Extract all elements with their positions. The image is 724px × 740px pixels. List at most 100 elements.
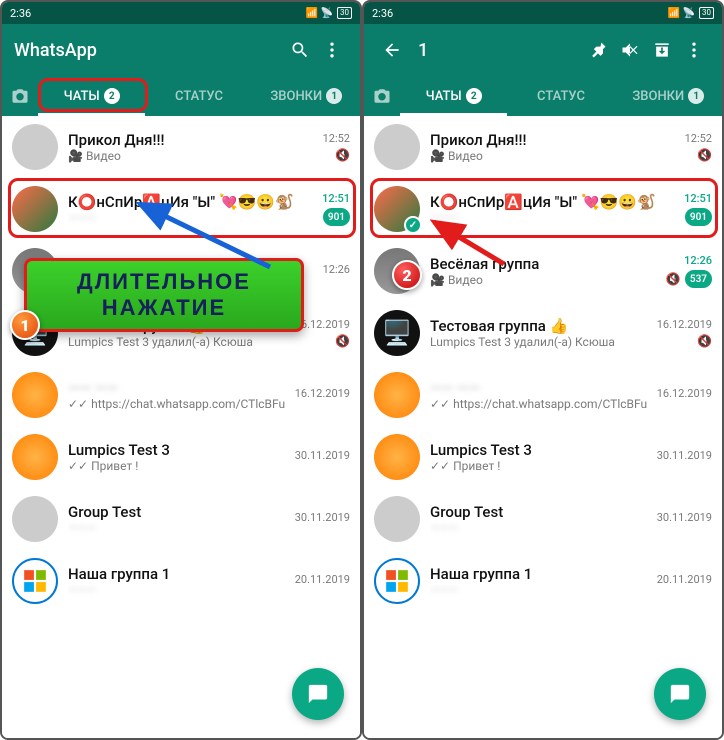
video-icon: 🎥 [430,149,445,163]
status-icons: 📶 📡 30 [306,7,352,19]
tab-chats[interactable]: ЧАТЫ2 [400,76,507,116]
chat-time: 30.11.2019 [657,511,712,524]
muted-icon: 🔇 [335,334,350,348]
avatar[interactable]: 🖥️ [12,310,58,356]
chat-time: 16.12.2019 [295,387,350,400]
chat-subtitle: 🎥 Видео [430,273,656,287]
chat-row[interactable]: Group Test———30.11.2019 [2,488,360,550]
chat-subtitle: 🎥 Видео [430,149,675,163]
chat-row[interactable]: Lumpics Test 3✓✓ Привет !30.11.2019 [2,426,360,488]
chat-subtitle: ——— [68,583,285,597]
chat-subtitle: ——— [68,273,313,287]
chat-time: 12:52 [685,132,712,145]
tab-chats[interactable]: ЧАТЫ2 [38,76,145,116]
chat-list[interactable]: Прикол Дня!!!🎥 Видео12:52🔇К⭕нСпИр🅰️цИя "… [2,116,360,738]
chat-list[interactable]: Прикол Дня!!!🎥 Видео12:52🔇К⭕нСпИр🅰️цИя "… [364,116,722,738]
chat-row[interactable]: Lumpics Test 3✓✓ Привет !30.11.2019 [364,426,722,488]
chat-name: Тестовая группа 👍 [430,317,647,335]
avatar[interactable] [12,434,58,480]
avatar[interactable] [12,186,58,232]
new-chat-fab[interactable] [292,668,344,720]
menu-icon[interactable] [678,40,710,60]
tab-status[interactable]: СТАТУС [145,76,252,116]
chat-name: Прикол Дня!!! [430,131,675,149]
phone-right: 2:36 📶 📡 30 1 ЧАТЫ2 СТАТУС ЗВОНКИ1 Прико… [362,0,724,740]
menu-icon[interactable] [316,40,348,60]
tabs: ЧАТЫ2 СТАТУС ЗВОНКИ1 [2,76,360,116]
chat-name: Весёлая группа [430,255,656,273]
chat-name: Наша группа 1 [430,565,647,583]
chat-name: Lumpics Test 3 [430,441,647,459]
tab-calls[interactable]: ЗВОНКИ1 [615,76,722,116]
phone-left: 2:36 📶 📡 30 WhatsApp ЧАТЫ2 СТАТУС ЗВОНКИ… [0,0,362,740]
chat-row[interactable]: Прикол Дня!!!🎥 Видео12:52🔇 [2,116,360,178]
chat-name: К⭕нСпИр🅰️цИя "Ы" 💘😎😀🐒 [430,193,674,211]
chat-name: Тестовая группа 👍 [68,317,285,335]
chat-time: 12:51 [322,192,350,205]
chat-time: 12:26 [684,254,712,267]
chat-subtitle: ✓✓ https://chat.whatsapp.com/CTlcBFu... [430,397,647,411]
status-bar: 2:36 📶 📡 30 [364,2,722,24]
app-bar: WhatsApp [2,24,360,76]
chat-subtitle: ——— [430,211,674,225]
chat-row[interactable]: —— ——✓✓ https://chat.whatsapp.com/CTlcBF… [364,364,722,426]
chat-time: 12:26 [323,263,350,276]
chat-time: 16.12.2019 [657,387,712,400]
chat-time: 30.11.2019 [657,449,712,462]
avatar[interactable] [12,558,58,604]
chat-name: Lumpics Test 3 [68,441,285,459]
status-bar: 2:36 📶 📡 30 [2,2,360,24]
chat-row[interactable]: К⭕нСпИр🅰️цИя "Ы" 💘😎😀🐒———12:51901 [2,178,360,240]
chat-row[interactable]: Group Test——— 30.11.2019 [364,488,722,550]
avatar[interactable] [12,248,58,294]
chat-row[interactable]: К⭕нСпИр🅰️цИя "Ы" 💘😎😀🐒———12:51901 [364,178,722,240]
chat-row[interactable]: 🖥️ Тестовая группа 👍Lumpics Test 3 удалил… [364,302,722,364]
tab-status[interactable]: СТАТУС [507,76,614,116]
chat-name: —— —— [68,379,285,397]
new-chat-fab[interactable] [654,668,706,720]
chat-name: Прикол Дня!!! [68,131,313,149]
camera-icon[interactable] [2,87,38,105]
avatar[interactable] [374,372,420,418]
chat-row[interactable]: —— ——✓✓ https://chat.whatsapp.com/CTlcBF… [2,364,360,426]
video-icon: 🎥 [430,273,445,287]
chat-row[interactable]: Прикол Дня!!!🎥 Видео 12:52 🔇 [364,116,722,178]
chat-time: 16.12.2019 [657,318,712,331]
tab-calls[interactable]: ЗВОНКИ1 [253,76,360,116]
search-icon[interactable] [284,40,316,60]
chat-row[interactable]: Наша группа 1———20.11.2019 [364,550,722,612]
chat-subtitle: ——— [430,521,647,535]
chat-row[interactable]: Весёлая группа———12:26 [2,240,360,302]
mute-icon[interactable] [614,40,646,60]
avatar[interactable] [12,124,58,170]
muted-icon: 🔇 [697,334,712,348]
avatar[interactable] [12,496,58,542]
avatar[interactable] [12,372,58,418]
app-bar-selection: 1 [364,24,722,76]
avatar[interactable] [374,248,420,294]
chat-subtitle: ——— [68,521,285,535]
chat-row[interactable]: Наша группа 1———20.11.2019 [2,550,360,612]
chat-row[interactable]: 🖥️Тестовая группа 👍Lumpics Test 3 удалил… [2,302,360,364]
video-icon: 🎥 [68,149,83,163]
avatar[interactable] [374,434,420,480]
avatar[interactable] [374,186,420,232]
pin-icon[interactable] [582,40,614,60]
avatar[interactable] [374,124,420,170]
muted-icon: 🔇 [335,148,350,162]
chat-name: Group Test [430,503,647,521]
back-icon[interactable] [376,40,408,60]
unread-badge: 901 [323,208,350,226]
chat-time: 20.11.2019 [295,573,350,586]
archive-icon[interactable] [646,40,678,60]
avatar[interactable]: 🖥️ [374,310,420,356]
unread-badge: 537 [685,270,712,288]
chat-subtitle: Lumpics Test 3 удалил(-а) Ксюша [430,335,647,349]
avatar[interactable] [374,496,420,542]
chat-row[interactable]: Весёлая группа🎥 Видео12:26🔇537 [364,240,722,302]
status-icons: 📶 📡 30 [668,7,714,19]
chat-subtitle: ——— [68,211,312,225]
camera-icon[interactable] [364,87,400,105]
muted-icon: 🔇 [697,148,712,162]
avatar[interactable] [374,558,420,604]
